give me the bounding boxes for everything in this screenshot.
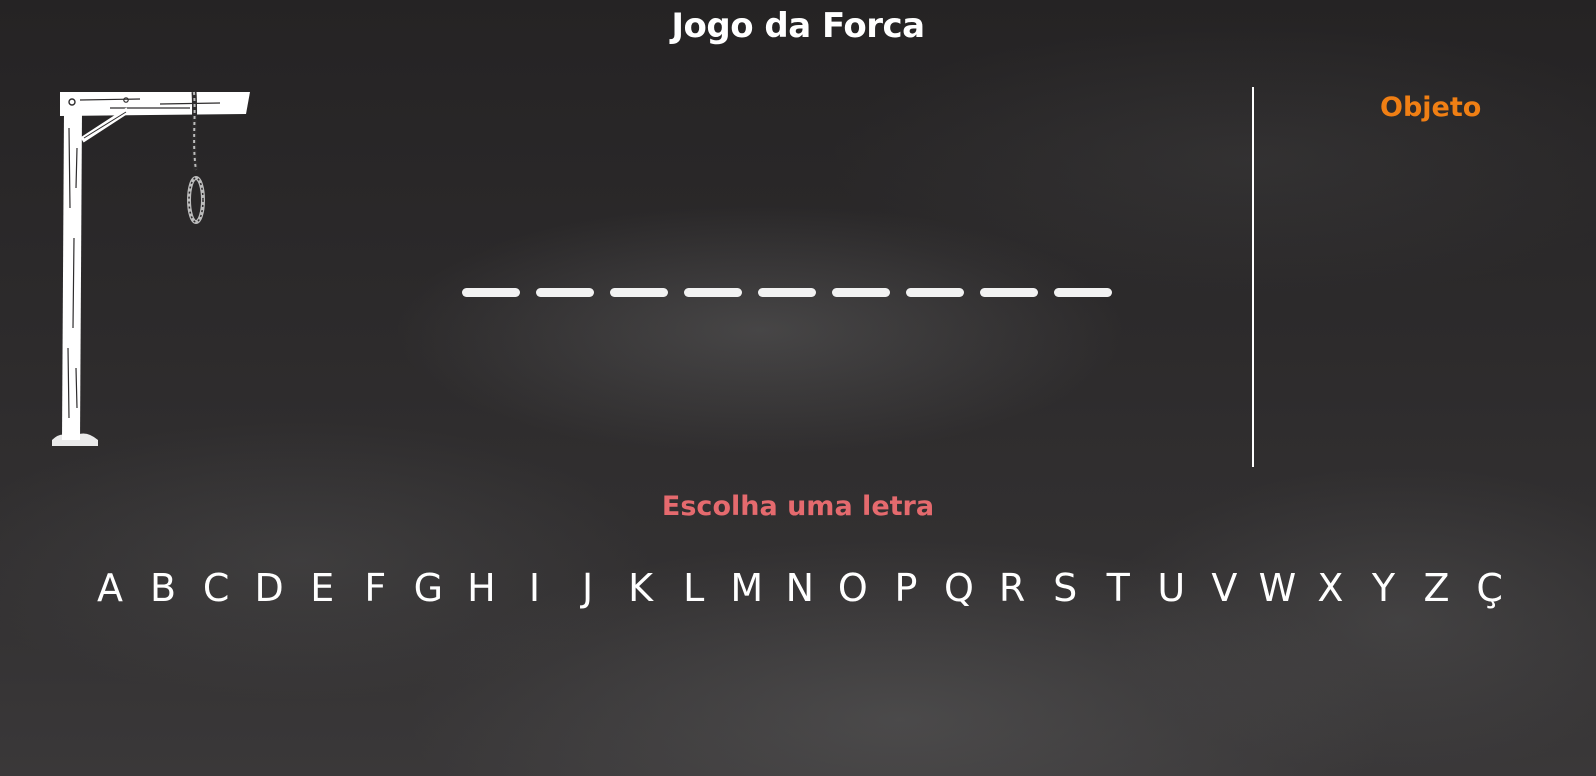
letter-blank bbox=[758, 288, 816, 297]
letter-key[interactable]: U bbox=[1151, 560, 1191, 616]
letter-key[interactable]: I bbox=[515, 560, 555, 616]
letter-blank bbox=[610, 288, 668, 297]
letter-key[interactable]: N bbox=[780, 560, 820, 616]
letter-key[interactable]: D bbox=[249, 560, 289, 616]
letter-key[interactable]: Y bbox=[1364, 560, 1404, 616]
letter-blank bbox=[536, 288, 594, 297]
letter-key[interactable]: T bbox=[1098, 560, 1138, 616]
letter-key[interactable]: C bbox=[196, 560, 236, 616]
letter-key[interactable]: E bbox=[302, 560, 342, 616]
letter-blank bbox=[906, 288, 964, 297]
category-label: Objeto bbox=[1380, 92, 1482, 123]
letter-key[interactable]: R bbox=[992, 560, 1032, 616]
divider bbox=[1252, 87, 1254, 467]
letter-key[interactable]: X bbox=[1310, 560, 1350, 616]
letter-key[interactable]: Z bbox=[1417, 560, 1457, 616]
letter-blank bbox=[980, 288, 1038, 297]
letter-key[interactable]: L bbox=[674, 560, 714, 616]
letter-blank bbox=[684, 288, 742, 297]
letter-key[interactable]: S bbox=[1045, 560, 1085, 616]
letter-key[interactable]: Q bbox=[939, 560, 979, 616]
game-title: Jogo da Forca bbox=[671, 6, 925, 46]
letter-blank bbox=[462, 288, 520, 297]
letter-key[interactable]: K bbox=[621, 560, 661, 616]
letter-blank bbox=[1054, 288, 1112, 297]
choose-letter-prompt: Escolha uma letra bbox=[661, 491, 935, 522]
gallows-icon bbox=[50, 88, 260, 458]
letter-key[interactable]: Ç bbox=[1470, 560, 1510, 616]
letter-key[interactable]: V bbox=[1204, 560, 1244, 616]
letter-key[interactable]: B bbox=[143, 560, 183, 616]
letter-key[interactable]: O bbox=[833, 560, 873, 616]
letter-key[interactable]: J bbox=[568, 560, 608, 616]
letter-key[interactable]: A bbox=[90, 560, 130, 616]
letter-keyboard: ABCDEFGHIJKLMNOPQRSTUVWXYZÇ bbox=[90, 560, 1510, 616]
letter-key[interactable]: M bbox=[727, 560, 767, 616]
letter-key[interactable]: F bbox=[355, 560, 395, 616]
word-blanks bbox=[462, 288, 1112, 300]
letter-blank bbox=[832, 288, 890, 297]
letter-key[interactable]: W bbox=[1257, 560, 1297, 616]
letter-key[interactable]: P bbox=[886, 560, 926, 616]
letter-key[interactable]: H bbox=[461, 560, 501, 616]
letter-key[interactable]: G bbox=[408, 560, 448, 616]
